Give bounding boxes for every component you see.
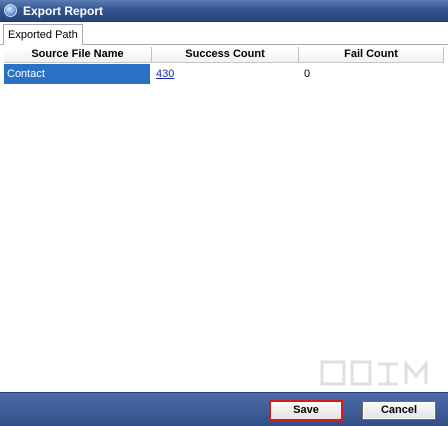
button-bar: Save Cancel (0, 392, 448, 426)
cell-fail-count: 0 (303, 68, 311, 80)
cancel-button[interactable]: Cancel (362, 401, 436, 420)
report-table-header: Source File Name Success Count Fail Coun… (4, 47, 444, 63)
column-header-source-file-name[interactable]: Source File Name (4, 47, 152, 62)
save-button[interactable]: Save (269, 400, 343, 421)
table-row[interactable]: Contact 430 0 (4, 64, 444, 84)
tab-strip: Exported Path (0, 22, 448, 45)
cell-source-file-name[interactable]: Contact (4, 64, 150, 84)
success-count-link[interactable]: 430 (156, 68, 174, 80)
cell-success-count[interactable]: 430 (153, 64, 299, 84)
window-title: Export Report (23, 4, 104, 18)
watermark-graphic (320, 359, 428, 386)
app-globe-icon (4, 4, 17, 17)
column-header-success-count[interactable]: Success Count (152, 47, 299, 62)
tab-exported-path[interactable]: Exported Path (3, 24, 83, 45)
title-bar: Export Report (0, 0, 448, 22)
column-header-fail-count[interactable]: Fail Count (299, 47, 444, 62)
